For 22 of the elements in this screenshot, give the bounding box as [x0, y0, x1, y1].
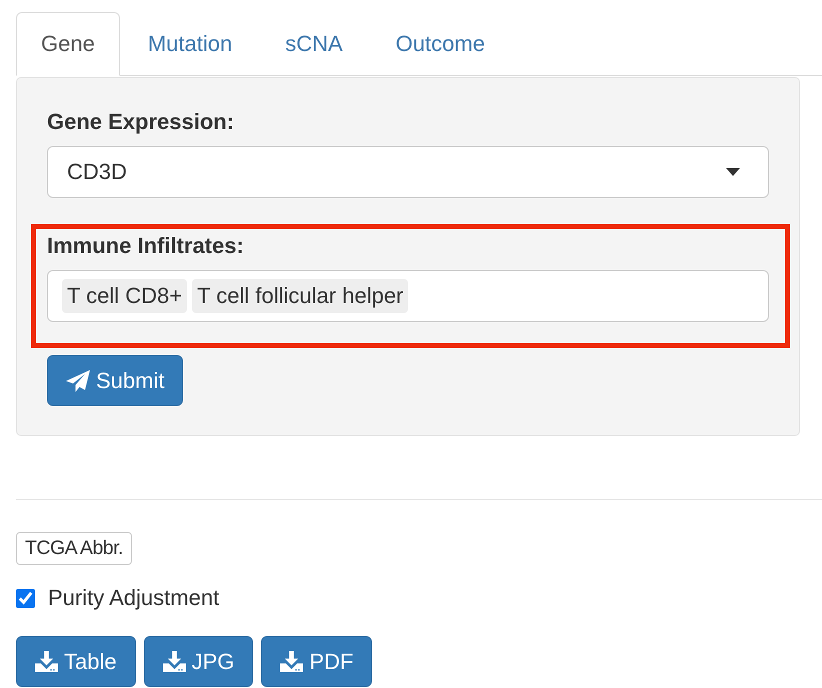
download-button[interactable]: JPG — [144, 636, 254, 687]
download-icon — [280, 651, 304, 672]
tab[interactable]: Gene — [16, 12, 120, 76]
download-icon — [35, 651, 58, 672]
checkbox-label: Purity Adjustment — [48, 585, 220, 611]
abbr-button[interactable]: TCGA Abbr. — [16, 532, 132, 565]
purity-checkbox[interactable] — [16, 588, 35, 608]
selected-tag[interactable]: T cell follicular helper — [192, 279, 408, 313]
gene-select[interactable]: CD3D — [47, 146, 769, 198]
download-button[interactable]: Table — [16, 636, 136, 687]
field-label: Gene Expression: — [47, 108, 236, 136]
tab[interactable]: Mutation — [122, 12, 258, 76]
tab[interactable]: sCNA — [260, 12, 368, 76]
submit-button[interactable]: Submit — [47, 355, 184, 406]
caret-icon — [726, 168, 740, 176]
tab[interactable]: Outcome — [370, 12, 510, 76]
paper-plane-icon — [66, 370, 90, 392]
selected-tag[interactable]: T cell CD8+ — [62, 279, 188, 313]
infiltrates-field[interactable]: T cell CD8+ T cell follicular helper — [47, 270, 769, 322]
field-label: Immune Infiltrates: — [47, 232, 245, 260]
download-icon — [162, 651, 186, 672]
download-button[interactable]: PDF — [261, 636, 372, 687]
